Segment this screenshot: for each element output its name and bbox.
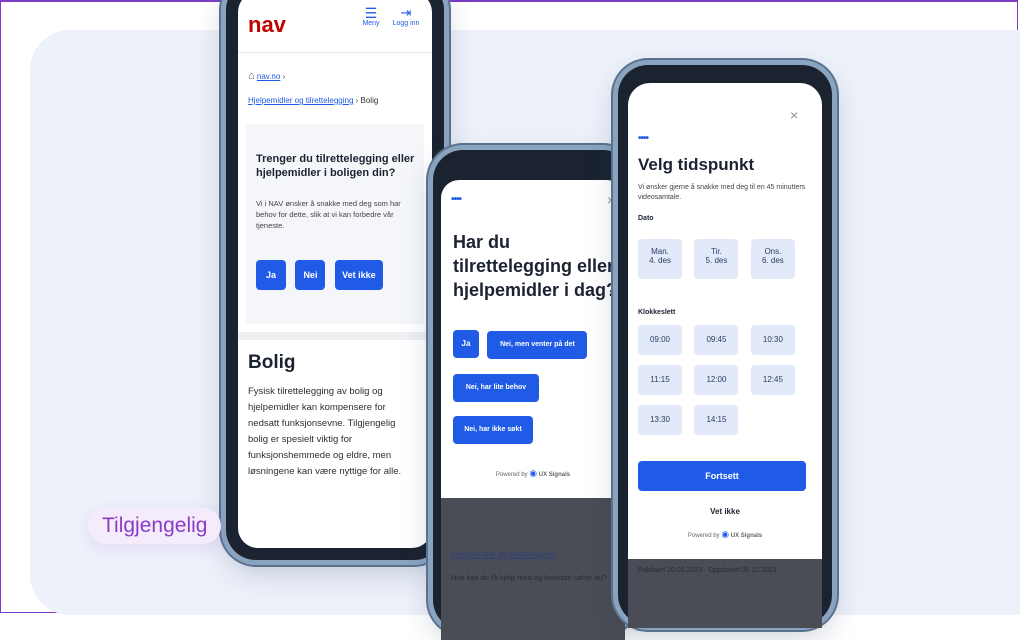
survey-buttons: Ja Nei Vet ikke — [256, 260, 383, 290]
time-option[interactable]: 11:15 — [638, 365, 682, 395]
section-title: Bolig — [248, 352, 296, 373]
powered-label: Powered by — [687, 533, 720, 539]
date-option-1[interactable]: Man. 4. des — [638, 239, 682, 279]
hamburger-icon: ☰ — [364, 5, 378, 21]
survey-question: Har du tilrettelegging eller hjelpemidle… — [453, 232, 618, 300]
login-button[interactable]: ⇥ Logg inn — [388, 5, 424, 28]
time-option[interactable]: 12:45 — [750, 365, 795, 395]
date-label: Dato — [638, 215, 654, 222]
time-option[interactable]: 12:00 — [694, 365, 739, 395]
breadcrumb-link[interactable]: Hjelpemidler og tilrettelegging — [248, 96, 353, 105]
dimmed-link: Hjelpemidler og tilrettelegging — [451, 550, 557, 559]
breadcrumb-current: Bolig — [360, 96, 379, 105]
powered-brand: UX Signals — [730, 533, 763, 539]
ux-signals-icon: ◉ — [529, 468, 538, 478]
step-indicator: •••• — [638, 133, 649, 144]
survey-card: Trenger du tilrettelegging eller hjelpem… — [246, 124, 424, 324]
dimmed-page: Hjelpemidler og tilrettelegging Hva kan … — [441, 498, 625, 640]
home-icon: ⌂ — [248, 70, 255, 82]
answer-row-2: Nei, har lite behov — [453, 374, 539, 402]
phone-left: nav ☰ Meny ⇥ Logg inn ⌂ nav.no › Hjelpem… — [226, 0, 444, 560]
menu-button[interactable]: ☰ Meny — [358, 6, 384, 27]
nav-logo[interactable]: nav — [248, 12, 286, 38]
time-option[interactable]: 14:15 — [694, 405, 739, 435]
ux-signals-icon: ◉ — [721, 529, 730, 539]
time-label: Klokkeslett — [638, 309, 676, 316]
breadcrumb-row-2: Hjelpemidler og tilrettelegging › Bolig — [248, 96, 379, 105]
section-body: Fysisk tilrettelegging av bolig og hjelp… — [248, 386, 402, 477]
time-options: 09:00 09:45 10:30 11:15 12:00 12:45 13:3… — [638, 325, 818, 435]
dialog-subtitle: Vi ønsker gjerne å snakke med deg til en… — [638, 184, 806, 201]
survey-question: Trenger du tilrettelegging eller hjelpem… — [256, 153, 415, 179]
header-divider — [238, 52, 432, 53]
step-indicator: •••• — [451, 194, 462, 205]
no-button[interactable]: Nei — [295, 260, 326, 290]
powered-by: Powered by ◉ UX Signals — [628, 529, 822, 540]
login-icon: ⇥ — [400, 5, 412, 20]
answer-row-1: Ja Nei, men venter på det — [453, 330, 588, 359]
dimmed-text: Hva kan du få hjelp med og hvordan søker… — [451, 573, 607, 582]
phone-left-screen: nav ☰ Meny ⇥ Logg inn ⌂ nav.no › Hjelpem… — [238, 0, 432, 548]
phone-middle-screen: •••• × Har du tilrettelegging eller hjel… — [441, 180, 625, 640]
dimmed-footer: Publisert 20.03.2023 · Oppdatert 05.12.2… — [638, 567, 777, 574]
unknown-button[interactable]: Vet ikke — [334, 260, 383, 290]
date-option-3[interactable]: Ons. 6. des — [750, 239, 795, 279]
date-option-2[interactable]: Tir. 5. des — [694, 239, 739, 279]
dialog-title: Velg tidspunkt — [638, 155, 755, 174]
time-option[interactable]: 09:45 — [694, 325, 739, 355]
dimmed-page: Publisert 20.03.2023 · Oppdatert 05.12.2… — [628, 559, 822, 628]
phone-notch — [488, 150, 578, 164]
menu-label: Meny — [362, 20, 380, 27]
breadcrumb-home[interactable]: nav.no — [257, 72, 280, 81]
login-label: Logg inn — [392, 20, 420, 27]
low-need-button[interactable]: Nei, har lite behov — [453, 374, 539, 402]
survey-body: Vi i NAV ønsker å snakke med deg som har… — [256, 199, 401, 230]
breadcrumb: ⌂ nav.no › — [248, 70, 286, 82]
yes-button[interactable]: Ja — [453, 330, 479, 358]
close-icon[interactable]: × — [607, 192, 615, 208]
tilgjengelig-badge: Tilgjengelig — [88, 508, 222, 544]
not-applied-button[interactable]: Nei, har ikke søkt — [453, 416, 533, 444]
yes-button[interactable]: Ja — [256, 260, 286, 290]
section-divider — [238, 332, 432, 340]
answer-row-3: Nei, har ikke søkt — [453, 416, 533, 444]
date-options: Man. 4. des Tir. 5. des Ons. 6. des — [638, 239, 795, 279]
unknown-button[interactable]: Vet ikke — [628, 507, 822, 516]
time-option[interactable]: 10:30 — [750, 325, 795, 355]
powered-by: Powered by ◉ UX Signals — [441, 468, 625, 479]
time-option[interactable]: 13:30 — [638, 405, 682, 435]
waiting-button[interactable]: Nei, men venter på det — [487, 331, 588, 359]
time-option[interactable]: 09:00 — [638, 325, 682, 355]
phone-middle: •••• × Har du tilrettelegging eller hjel… — [433, 150, 633, 640]
continue-button[interactable]: Fortsett — [638, 461, 806, 491]
phone-right-screen: •••• × Velg tidspunkt Vi ønsker gjerne å… — [628, 83, 822, 628]
close-icon[interactable]: × — [790, 107, 798, 123]
powered-brand: UX Signals — [538, 472, 571, 478]
phone-notch — [680, 65, 770, 83]
phone-right: •••• × Velg tidspunkt Vi ønsker gjerne å… — [618, 65, 832, 628]
powered-label: Powered by — [495, 472, 528, 478]
